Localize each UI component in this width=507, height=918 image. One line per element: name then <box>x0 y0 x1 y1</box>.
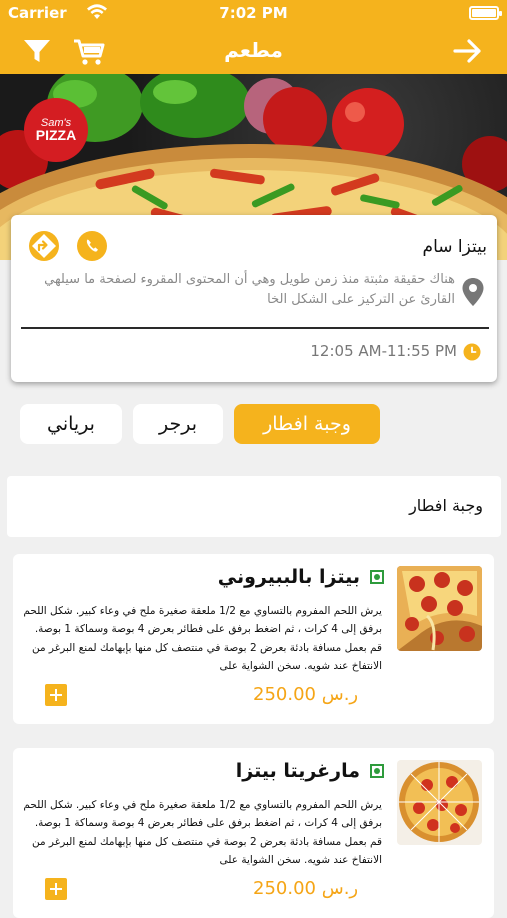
divider <box>21 327 489 329</box>
clock-icon <box>463 343 481 361</box>
restaurant-name: بيتزا سام <box>422 237 487 257</box>
menu-item-card[interactable]: مارغريتا بيتزا يرش اللحم المفروم بالتساو… <box>13 748 494 918</box>
clock-time: 7:02 PM <box>219 4 288 22</box>
page-title: مطعم <box>224 38 283 62</box>
menu-item-card[interactable]: بيتزا بالببيروني يرش اللحم المفروم بالتس… <box>13 554 494 724</box>
battery-icon <box>469 6 502 20</box>
add-to-cart-button[interactable] <box>45 684 67 706</box>
tab-breakfast[interactable]: وجبة افطار <box>234 404 380 444</box>
opening-hours: 12:05 AM-11:55 PM <box>310 342 457 360</box>
svg-text:PIZZA: PIZZA <box>36 127 76 143</box>
directions-button[interactable] <box>29 231 59 261</box>
item-price: 250.00 ر.س <box>253 878 359 899</box>
veg-indicator-icon <box>370 570 384 584</box>
call-button[interactable] <box>77 231 107 261</box>
forward-arrow-icon[interactable] <box>451 34 485 68</box>
section-header: وجبة افطار <box>7 476 501 537</box>
add-to-cart-button[interactable] <box>45 878 67 900</box>
veg-indicator-icon <box>370 764 384 778</box>
status-bar: Carrier 7:02 PM <box>0 0 507 26</box>
section-title: وجبة افطار <box>409 496 483 515</box>
location-pin-icon <box>462 278 484 306</box>
item-name: مارغريتا بيتزا <box>235 760 360 782</box>
restaurant-info-card: بيتزا سام هناك حقيقة مثبتة منذ زمن طويل … <box>11 215 497 382</box>
tab-burger[interactable]: برجر <box>133 404 223 444</box>
item-description: يرش اللحم المفروم بالتساوي مع 1/2 ملعقة … <box>23 605 382 673</box>
phone-icon <box>86 239 98 252</box>
directions-icon <box>32 234 56 258</box>
nav-bar: مطعم <box>0 26 507 74</box>
category-tabs: وجبة افطار برجر برياني <box>0 404 507 446</box>
margherita-pizza-image <box>397 760 482 845</box>
restaurant-description: هناك حقيقة مثبتة منذ زمن طويل وهي أن الم… <box>44 272 455 308</box>
tab-biryani[interactable]: برياني <box>20 404 122 444</box>
pepperoni-pizza-image <box>397 566 482 651</box>
item-description: يرش اللحم المفروم بالتساوي مع 1/2 ملعقة … <box>23 799 382 867</box>
top-bar: Carrier 7:02 PM مطعم <box>0 0 507 74</box>
item-price: 250.00 ر.س <box>253 684 359 705</box>
item-name: بيتزا بالببيروني <box>217 566 360 588</box>
